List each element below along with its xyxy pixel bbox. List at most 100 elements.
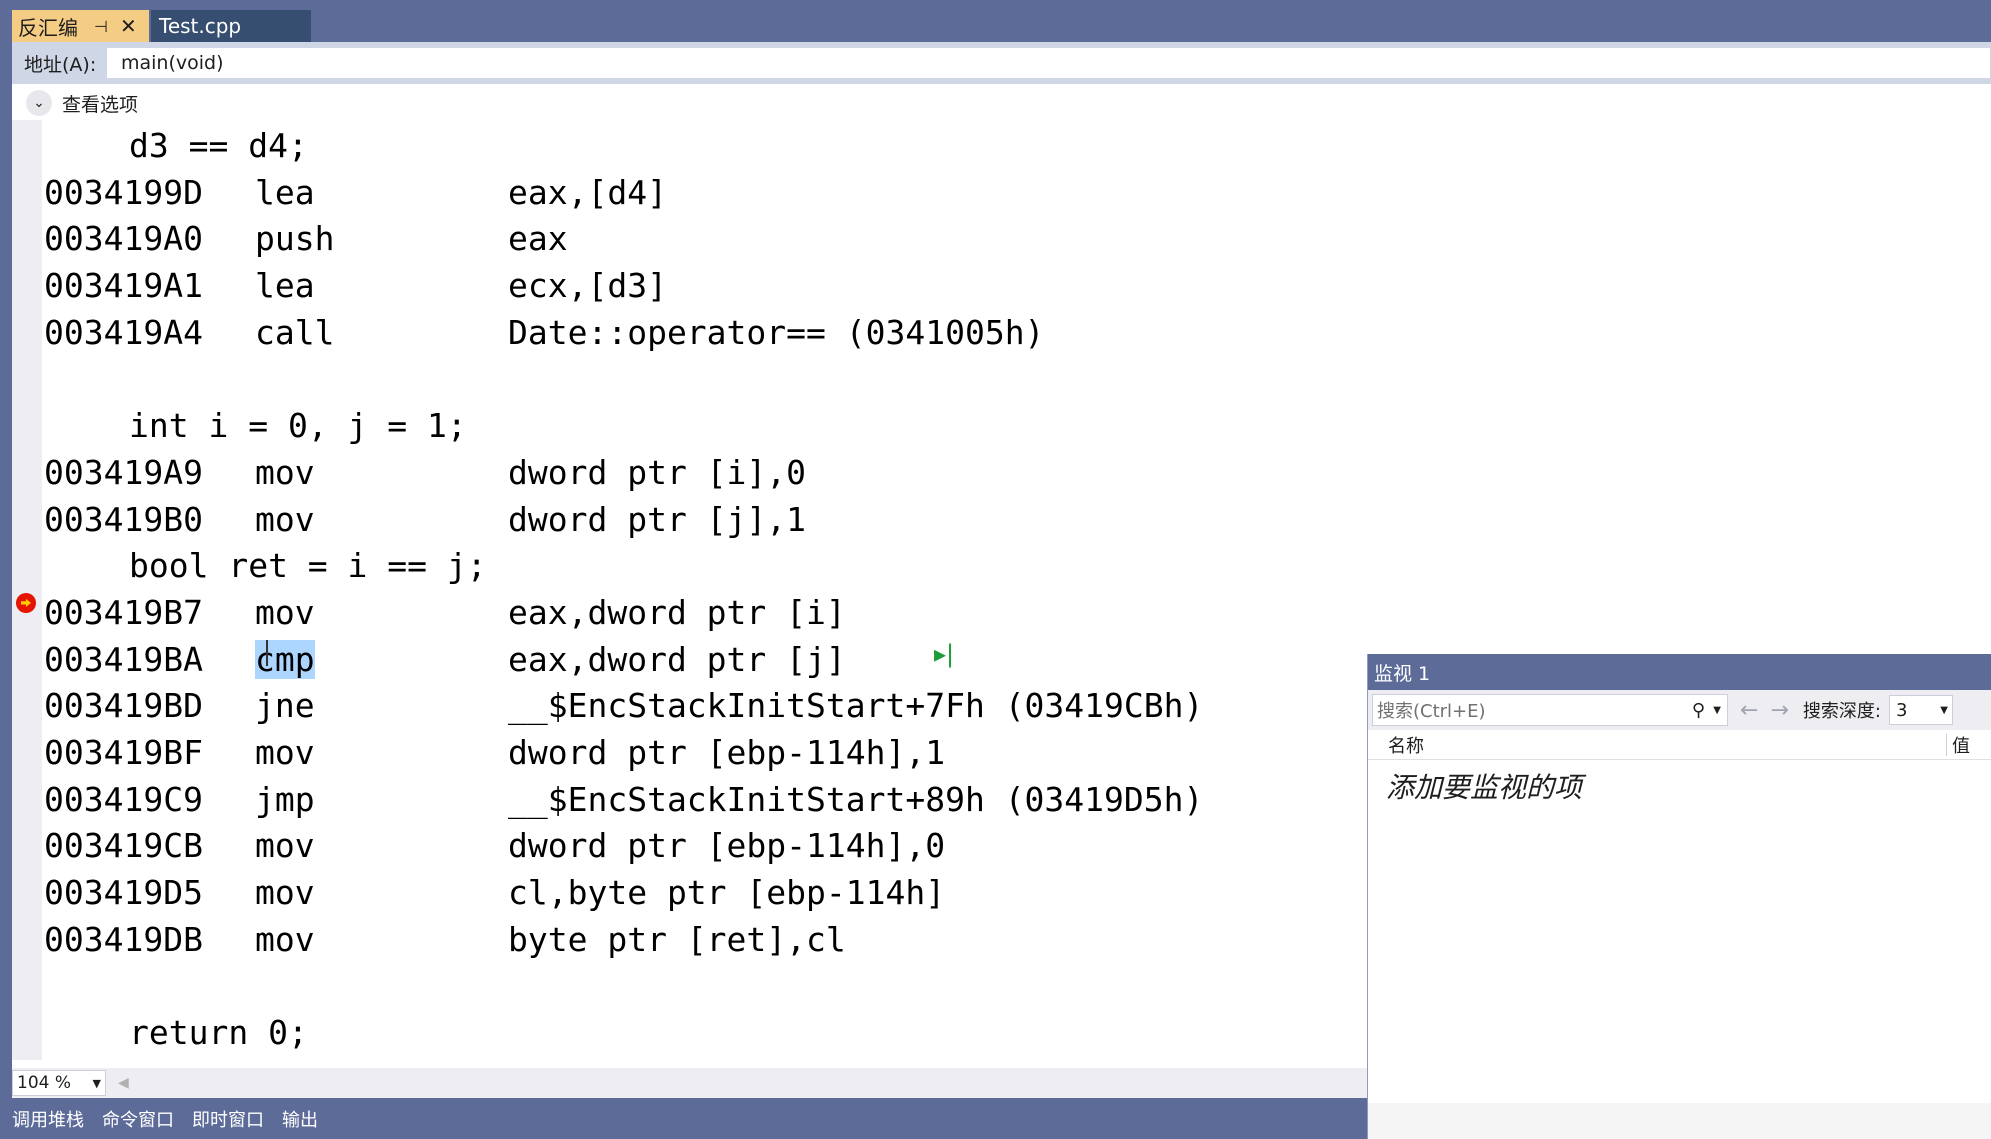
asm-address: 003419DB	[44, 919, 203, 959]
add-watch-item[interactable]: 添加要监视的项	[1368, 760, 1991, 806]
watch-list[interactable]: 添加要监视的项	[1368, 760, 1991, 1103]
asm-line[interactable]: 003419A4 call Date::operator== (0341005h)	[12, 307, 1392, 354]
asm-operands: dword ptr [ebp-114h],0	[508, 826, 946, 866]
asm-line[interactable]: 003419C9 jmp __$EncStackInitStart+89h (034…	[12, 774, 1392, 821]
view-options-label: 查看选项	[62, 93, 139, 116]
watch-title: 监视 1	[1374, 662, 1431, 685]
asm-operands: eax,dword ptr [j]	[508, 639, 846, 679]
run-to-click-icon[interactable]: ▸|	[934, 640, 954, 668]
source-line[interactable]: return 0;	[12, 1007, 1392, 1054]
code-area[interactable]: d3 == d4; 0034199D lea eax,[d4] 003419A0 push…	[12, 120, 1392, 1054]
asm-opcode: mov	[255, 919, 315, 959]
search-depth-value: 3	[1895, 699, 1908, 721]
tab-call-stack[interactable]: 调用堆栈	[12, 1106, 84, 1132]
asm-operands: byte ptr [ret],cl	[508, 919, 846, 959]
asm-line[interactable]: 003419A1 lea ecx,[d3]	[12, 260, 1392, 307]
column-value[interactable]: 值	[1952, 732, 1970, 758]
address-input[interactable]: main(void)	[106, 47, 1991, 79]
arrow-right-icon[interactable]: →	[1770, 698, 1788, 723]
asm-operands: cl,byte ptr [ebp-114h]	[508, 873, 946, 912]
source-line[interactable]: d3 == d4;	[12, 120, 1392, 167]
asm-operands: __$EncStackInitStart+89h (03419D5h)	[508, 779, 1204, 819]
blank-line[interactable]	[12, 353, 1392, 400]
asm-operands: __$EncStackInitStart+7Fh (03419CBh)	[508, 686, 1204, 726]
asm-address: 0034199D	[44, 172, 203, 212]
watch-toolbar: 搜索(Ctrl+E) ⚲ ▼ ← → 搜索深度: 3 ▼	[1368, 690, 1991, 730]
asm-address: 003419A1	[44, 266, 203, 306]
asm-line[interactable]: 003419D5 mov cl,byte ptr [ebp-114h]	[12, 867, 1392, 914]
watch-search-input[interactable]: 搜索(Ctrl+E) ⚲ ▼	[1372, 694, 1728, 726]
tab-disassembly[interactable]: 反汇编 ⊣ ✕	[12, 10, 149, 42]
zoom-value: 104 %	[17, 1073, 72, 1093]
asm-operands: ecx,[d3]	[508, 266, 667, 306]
source-line[interactable]: int i = 0, j = 1;	[12, 400, 1392, 447]
asm-opcode: mov	[255, 732, 315, 772]
zoom-select[interactable]: 104 % ▼	[12, 1070, 106, 1096]
source-text: int i = 0, j = 1;	[129, 406, 467, 446]
asm-opcode: lea	[255, 172, 315, 212]
asm-line[interactable]: 003419A0 push eax	[12, 213, 1392, 260]
asm-line[interactable]: 003419B7 mov eax,dword ptr [i]	[12, 587, 1392, 634]
asm-operands: dword ptr [j],1	[508, 499, 807, 539]
search-depth-label: 搜索深度:	[1802, 701, 1881, 722]
arrow-left-icon[interactable]: ←	[1740, 698, 1758, 723]
search-depth-select[interactable]: 3 ▼	[1888, 695, 1953, 725]
tab-command-window[interactable]: 命令窗口	[102, 1106, 174, 1132]
asm-address: 003419BF	[44, 732, 203, 772]
blank-line[interactable]	[12, 960, 1392, 1007]
asm-opcode: mov	[255, 499, 315, 539]
editor-status-bar: 104 % ▼ ◀	[12, 1068, 1367, 1098]
close-icon[interactable]: ✕	[120, 14, 137, 38]
column-name[interactable]: 名称	[1388, 732, 1424, 758]
asm-address: 003419B0	[44, 499, 203, 539]
search-icon[interactable]: ⚲	[1692, 700, 1705, 721]
asm-operands: eax	[508, 219, 568, 259]
asm-opcode: lea	[255, 266, 315, 306]
tool-window-tabs: 调用堆栈 命令窗口 即时窗口 输出	[0, 1098, 1367, 1139]
column-divider[interactable]	[1946, 734, 1947, 756]
asm-opcode: mov	[255, 592, 315, 632]
asm-opcode: jne	[255, 686, 315, 726]
asm-line[interactable]: 003419A9 mov dword ptr [i],0	[12, 447, 1392, 494]
tab-test-cpp-label: Test.cpp	[159, 14, 242, 38]
asm-address: 003419A9	[44, 452, 203, 492]
asm-line[interactable]: 0034199D lea eax,[d4]	[12, 167, 1392, 214]
asm-opcode: push	[255, 219, 335, 259]
tab-output[interactable]: 输出	[282, 1106, 318, 1132]
chevron-down-icon: ▼	[1940, 704, 1948, 716]
watch-search-placeholder: 搜索(Ctrl+E)	[1377, 701, 1486, 722]
asm-opcode: mov	[255, 452, 315, 492]
asm-address: 003419B7	[44, 592, 203, 632]
asm-address: 003419C9	[44, 779, 203, 819]
asm-address: 003419BA	[44, 639, 203, 679]
source-text: d3 == d4;	[129, 126, 308, 165]
asm-operands: Date::operator== (0341005h)	[508, 312, 1045, 352]
asm-line[interactable]: 003419CB mov dword ptr [ebp-114h],0	[12, 820, 1392, 867]
asm-operands: eax,[d4]	[508, 172, 667, 212]
text-cursor	[266, 639, 268, 666]
watch-window: 监视 1 搜索(Ctrl+E) ⚲ ▼ ← → 搜索深度: 3 ▼ 名称 值 添…	[1367, 654, 1991, 1139]
asm-address: 003419D5	[44, 873, 203, 912]
watch-title-bar[interactable]: 监视 1	[1368, 654, 1991, 690]
chevron-down-icon[interactable]: ⌄	[26, 90, 52, 116]
chevron-down-icon[interactable]: ▼	[1713, 705, 1721, 716]
asm-address: 003419A0	[44, 219, 203, 259]
source-text: return 0;	[129, 1013, 308, 1053]
asm-operands: dword ptr [i],0	[508, 452, 807, 492]
asm-line[interactable]: 003419BF mov dword ptr [ebp-114h],1	[12, 727, 1392, 774]
source-line[interactable]: bool ret = i == j;	[12, 540, 1392, 587]
tab-test-cpp[interactable]: Test.cpp	[151, 10, 311, 42]
asm-line[interactable]: 003419BD jne __$EncStackInitStart+7Fh (034…	[12, 680, 1392, 727]
breakpoint-icon[interactable]	[16, 592, 36, 613]
tab-immediate-window[interactable]: 即时窗口	[192, 1106, 264, 1132]
asm-line[interactable]: 003419BA cmp eax,dword ptr [j] ▸|	[12, 634, 1392, 681]
pin-icon[interactable]: ⊣	[94, 17, 108, 36]
asm-address: 003419A4	[44, 312, 203, 352]
scroll-left-icon[interactable]: ◀	[118, 1075, 129, 1091]
view-options-toggle[interactable]: ⌄ 查看选项	[26, 88, 138, 118]
address-bar: 地址(A): main(void)	[12, 42, 1991, 84]
document-tab-bar: 反汇编 ⊣ ✕ Test.cpp	[0, 0, 1991, 42]
asm-line[interactable]: 003419DB mov byte ptr [ret],cl	[12, 914, 1392, 961]
asm-line[interactable]: 003419B0 mov dword ptr [j],1	[12, 494, 1392, 541]
asm-operands: eax,dword ptr [i]	[508, 592, 846, 632]
